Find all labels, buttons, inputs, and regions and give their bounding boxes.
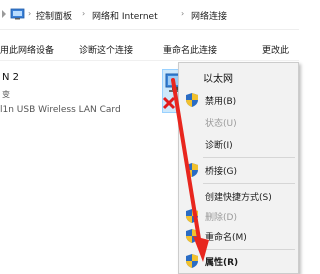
breadcrumb-network-internet[interactable]: 网络和 Internet: [92, 9, 158, 22]
command-rename-connection[interactable]: 重命名此连接: [163, 43, 217, 56]
menu-item-bridge[interactable]: 桥接(G): [179, 159, 300, 181]
breadcrumb-separator: ›: [28, 9, 32, 18]
command-disable-device[interactable]: 用此网络设备: [0, 43, 54, 56]
breadcrumb-separator: ›: [82, 9, 86, 18]
menu-item-create-shortcut[interactable]: 创建快捷方式(S): [179, 185, 300, 207]
command-bar: 用此网络设备 诊断这个连接 重命名此连接 更改此: [0, 31, 299, 61]
menu-item-disable[interactable]: 禁用(B): [179, 89, 300, 111]
uac-shield-icon: [186, 209, 198, 223]
menu-item-delete[interactable]: 删除(D): [179, 205, 300, 227]
command-change-settings[interactable]: 更改此: [262, 43, 289, 56]
menu-item-rename[interactable]: 重命名(M): [179, 225, 300, 247]
menu-item-diagnose[interactable]: 诊断(I): [179, 133, 300, 155]
menu-item-status[interactable]: 状态(U): [179, 111, 300, 133]
disconnected-x-icon: [162, 96, 176, 110]
context-menu-header: 以太网: [179, 63, 300, 87]
menu-item-label: 禁用(B): [205, 97, 237, 107]
menu-item-label: 状态(U): [205, 119, 237, 129]
command-diagnose-connection[interactable]: 诊断这个连接: [79, 43, 133, 56]
back-caret-icon[interactable]: [2, 10, 6, 18]
menu-item-label: 桥接(G): [205, 167, 237, 177]
breadcrumb-control-panel[interactable]: 控制面板: [36, 9, 72, 22]
context-menu-title: 以太网: [203, 74, 233, 85]
uac-shield-icon: [186, 254, 198, 268]
menu-item-label: 属性(R): [205, 258, 239, 268]
menu-separator: [203, 183, 295, 184]
uac-shield-icon: [186, 229, 198, 243]
breadcrumb-separator: ›: [181, 9, 185, 18]
menu-item-label: 重命名(M): [205, 233, 247, 243]
menu-item-label: 删除(D): [205, 213, 237, 223]
uac-shield-icon: [186, 93, 198, 107]
address-bar[interactable]: › 控制面板 › 网络和 Internet › 网络连接: [0, 0, 299, 30]
context-menu: 以太网 禁用(B) 状态(U) 诊断(I) 桥接(G) 创建快捷方式(S) 删除…: [178, 62, 299, 274]
menu-item-label: 创建快捷方式(S): [205, 193, 272, 203]
adapter-name: N 2: [2, 72, 20, 83]
menu-item-label: 诊断(I): [205, 141, 233, 151]
breadcrumb-network-connections[interactable]: 网络连接: [191, 9, 227, 22]
uac-shield-icon: [186, 163, 198, 177]
menu-separator: [203, 157, 295, 158]
menu-item-properties[interactable]: 属性(R): [179, 250, 300, 272]
adapter-device: l1n USB Wireless LAN Card: [0, 105, 121, 115]
control-panel-icon: [10, 8, 25, 20]
adapter-status: 变: [2, 90, 10, 99]
